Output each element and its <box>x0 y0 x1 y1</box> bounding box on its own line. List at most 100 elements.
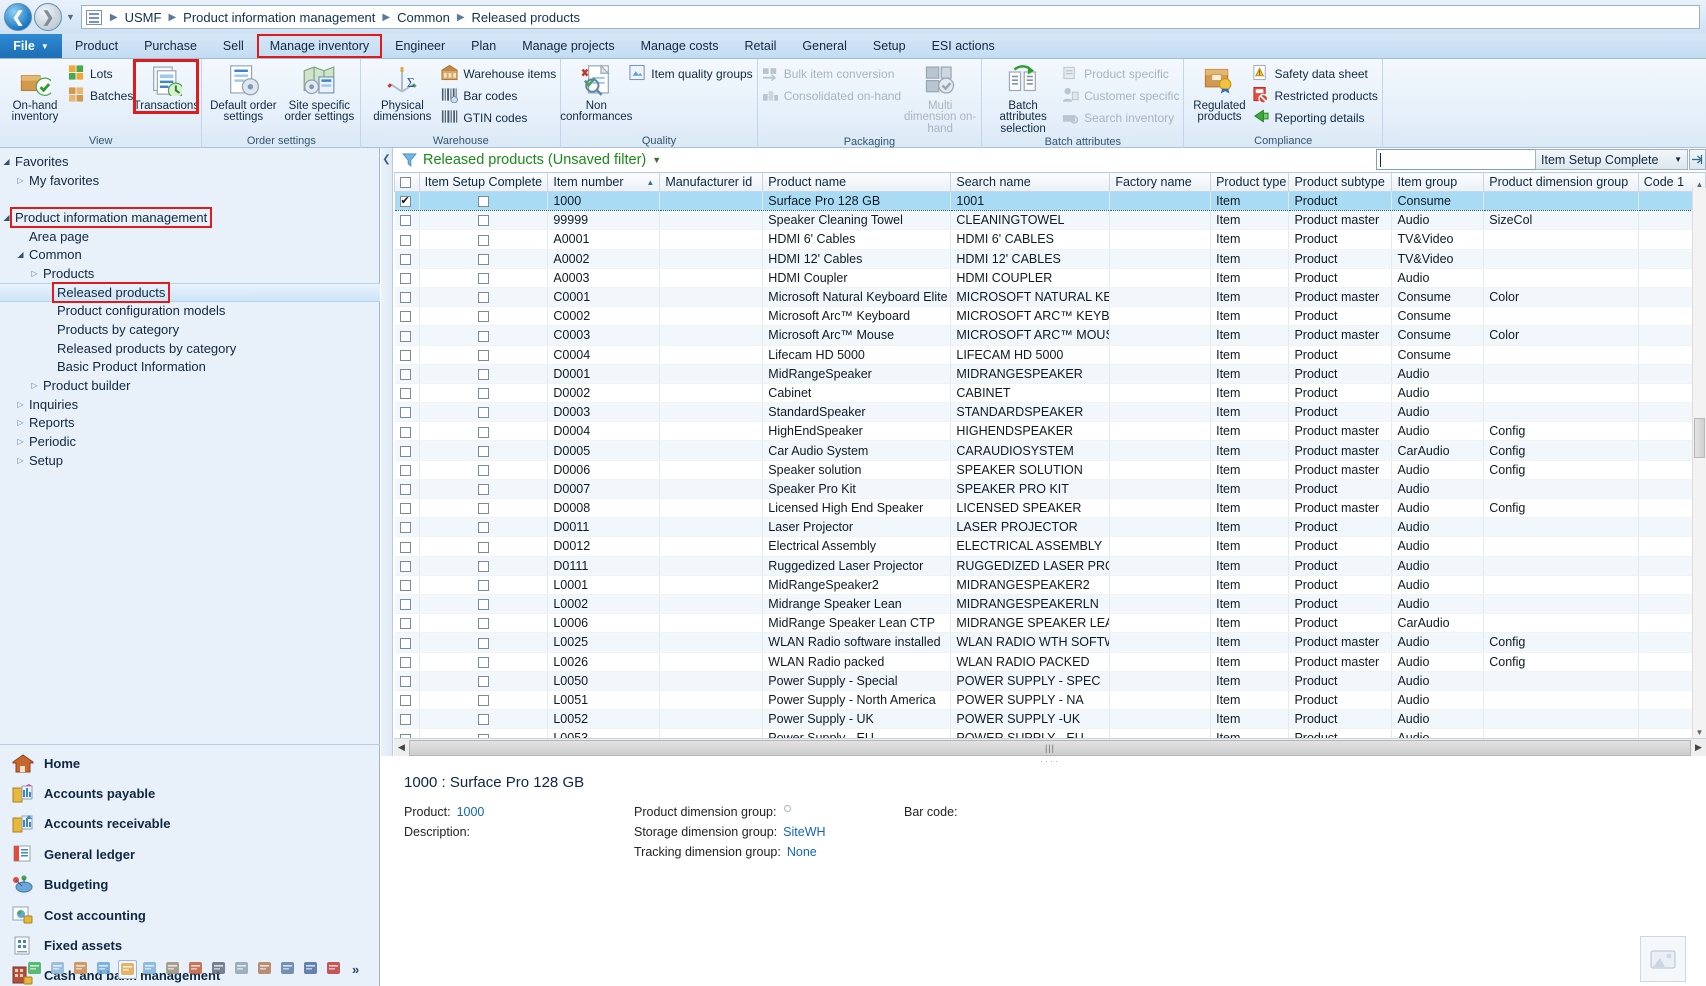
item-setup-complete-checkbox[interactable] <box>419 556 548 575</box>
cell-factory-name[interactable] <box>1110 633 1211 652</box>
transport-icon[interactable] <box>164 960 183 979</box>
row-select-checkbox-box[interactable] <box>400 657 411 668</box>
cell-product-subtype[interactable]: Product <box>1289 403 1392 422</box>
cell-product-name[interactable]: HDMI 12' Cables <box>763 249 951 268</box>
item-setup-complete-checkbox[interactable] <box>419 518 548 537</box>
row-select-checkbox-box[interactable] <box>400 676 411 687</box>
presentation-icon[interactable] <box>141 960 160 979</box>
filter-column-select[interactable]: Item Setup Complete ▼ <box>1535 149 1688 170</box>
cell-search-name[interactable]: MIDRANGESPEAKER2 <box>951 575 1110 594</box>
breadcrumb-item-company[interactable]: USMF <box>122 10 165 25</box>
cell-item-group[interactable]: Audio <box>1392 556 1484 575</box>
cell-product-type[interactable]: Item <box>1211 614 1289 633</box>
cell-product-subtype[interactable]: Product <box>1289 192 1392 211</box>
chevron-right-icon[interactable]: » <box>352 962 359 977</box>
ledger-icon[interactable] <box>95 960 114 979</box>
cell-search-name[interactable]: POWER SUPPLY -UK <box>951 710 1110 729</box>
item-setup-complete-checkbox[interactable] <box>419 230 548 249</box>
nav-item-released-products-by-category[interactable]: Released products by category <box>0 339 380 358</box>
table-row[interactable]: C0003Microsoft Arc™ MouseMICROSOFT ARC™ … <box>395 326 1706 345</box>
cell-manufacturer-id[interactable] <box>660 594 763 613</box>
row-select-checkbox-box[interactable] <box>400 215 411 226</box>
cell-product-subtype[interactable]: Product <box>1289 364 1392 383</box>
cell-product-name[interactable]: MidRange Speaker Lean CTP <box>763 614 951 633</box>
item-setup-complete-box[interactable] <box>478 484 489 495</box>
cell-factory-name[interactable] <box>1110 594 1211 613</box>
cell-item-group[interactable]: Consume <box>1392 326 1484 345</box>
cell-product-name[interactable]: Midrange Speaker Lean <box>763 594 951 613</box>
column-header-item-number[interactable]: Item number▲ <box>548 173 660 192</box>
table-row[interactable]: L0025WLAN Radio software installedWLAN R… <box>395 633 1706 652</box>
cell-search-name[interactable]: WLAN RADIO PACKED <box>951 652 1110 671</box>
item-setup-complete-box[interactable] <box>478 292 489 303</box>
cell-item-group[interactable]: Audio <box>1392 690 1484 709</box>
cell-product-dimension-group[interactable] <box>1484 479 1638 498</box>
cell-item-group[interactable]: Audio <box>1392 422 1484 441</box>
ribbon-button-non-conformances[interactable]: Non conformances <box>565 61 627 124</box>
item-setup-complete-checkbox[interactable] <box>419 192 548 211</box>
products-grid[interactable]: Item Setup CompleteItem number▲Manufactu… <box>394 172 1706 748</box>
row-select-checkbox[interactable] <box>395 575 420 594</box>
cell-search-name[interactable]: LASER PROJECTOR <box>951 518 1110 537</box>
cell-search-name[interactable]: SPEAKER SOLUTION <box>951 460 1110 479</box>
product-info-icon[interactable] <box>118 960 137 979</box>
cell-search-name[interactable]: POWER SUPPLY - SPEC <box>951 671 1110 690</box>
row-select-checkbox[interactable] <box>395 422 420 441</box>
cell-product-dimension-group[interactable] <box>1484 192 1638 211</box>
table-row[interactable]: L0002Midrange Speaker LeanMIDRANGESPEAKE… <box>395 594 1706 613</box>
cell-item-number[interactable]: 1000 <box>548 192 660 211</box>
detail-field-value[interactable]: None <box>787 845 817 859</box>
cell-product-name[interactable]: Microsoft Arc™ Keyboard <box>763 307 951 326</box>
cell-product-name[interactable]: Microsoft Arc™ Mouse <box>763 326 951 345</box>
row-select-checkbox[interactable] <box>395 614 420 633</box>
cell-product-name[interactable]: Surface Pro 128 GB <box>763 192 951 211</box>
row-select-checkbox-box[interactable] <box>400 695 411 706</box>
cell-search-name[interactable]: HDMI COUPLER <box>951 268 1110 287</box>
table-row[interactable]: D0008Licensed High End SpeakerLICENSED S… <box>395 499 1706 518</box>
cell-manufacturer-id[interactable] <box>660 326 763 345</box>
cell-item-group[interactable]: Consume <box>1392 307 1484 326</box>
cell-product-subtype[interactable]: Product <box>1289 307 1392 326</box>
row-select-checkbox-box[interactable] <box>400 369 411 380</box>
table-row[interactable]: L0006MidRange Speaker Lean CTPMIDRANGE S… <box>395 614 1706 633</box>
cell-manufacturer-id[interactable] <box>660 479 763 498</box>
cell-factory-name[interactable] <box>1110 230 1211 249</box>
apply-filter-arrow-icon[interactable] <box>1689 149 1706 170</box>
nav-item-products-by-category[interactable]: Products by category <box>0 320 380 339</box>
row-select-checkbox[interactable] <box>395 268 420 287</box>
cell-search-name[interactable]: SPEAKER PRO KIT <box>951 479 1110 498</box>
cell-item-number[interactable]: L0050 <box>548 671 660 690</box>
cell-item-number[interactable]: D0006 <box>548 460 660 479</box>
row-select-checkbox-box[interactable] <box>400 522 411 533</box>
back-arrow-icon[interactable]: ❮ <box>4 3 32 31</box>
cell-product-type[interactable]: Item <box>1211 710 1289 729</box>
row-select-checkbox-box[interactable] <box>400 638 411 649</box>
cell-item-group[interactable]: Audio <box>1392 268 1484 287</box>
cell-manufacturer-id[interactable] <box>660 287 763 306</box>
cell-manufacturer-id[interactable] <box>660 403 763 422</box>
row-select-checkbox[interactable] <box>395 518 420 537</box>
collapsed-triangle-icon[interactable]: ▷ <box>14 176 27 185</box>
chevron-down-icon[interactable]: ▼ <box>66 12 75 22</box>
module-item-accounts-payable[interactable]: Accounts payable <box>0 778 380 808</box>
item-setup-complete-box[interactable] <box>478 350 489 361</box>
cell-product-subtype[interactable]: Product master <box>1289 633 1392 652</box>
cell-product-name[interactable]: Ruggedized Laser Projector <box>763 556 951 575</box>
cell-search-name[interactable]: CARAUDIOSYSTEM <box>951 441 1110 460</box>
production-icon[interactable] <box>233 960 252 979</box>
target-icon[interactable] <box>325 960 344 979</box>
cell-product-dimension-group[interactable]: Config <box>1484 499 1638 518</box>
item-setup-complete-box[interactable] <box>478 465 489 476</box>
cell-product-type[interactable]: Item <box>1211 211 1289 230</box>
retail-icon[interactable] <box>302 960 321 979</box>
ribbon-button-warehouse-items[interactable]: Warehouse items <box>441 64 556 84</box>
cell-item-number[interactable]: A0003 <box>548 268 660 287</box>
cell-product-type[interactable]: Item <box>1211 268 1289 287</box>
cell-item-number[interactable]: D0003 <box>548 403 660 422</box>
cell-item-number[interactable]: L0051 <box>548 690 660 709</box>
row-select-checkbox-box[interactable] <box>400 292 411 303</box>
cell-search-name[interactable]: 1001 <box>951 192 1110 211</box>
cell-item-group[interactable]: Audio <box>1392 364 1484 383</box>
collapsed-triangle-icon[interactable]: ▷ <box>14 400 27 409</box>
cell-factory-name[interactable] <box>1110 403 1211 422</box>
